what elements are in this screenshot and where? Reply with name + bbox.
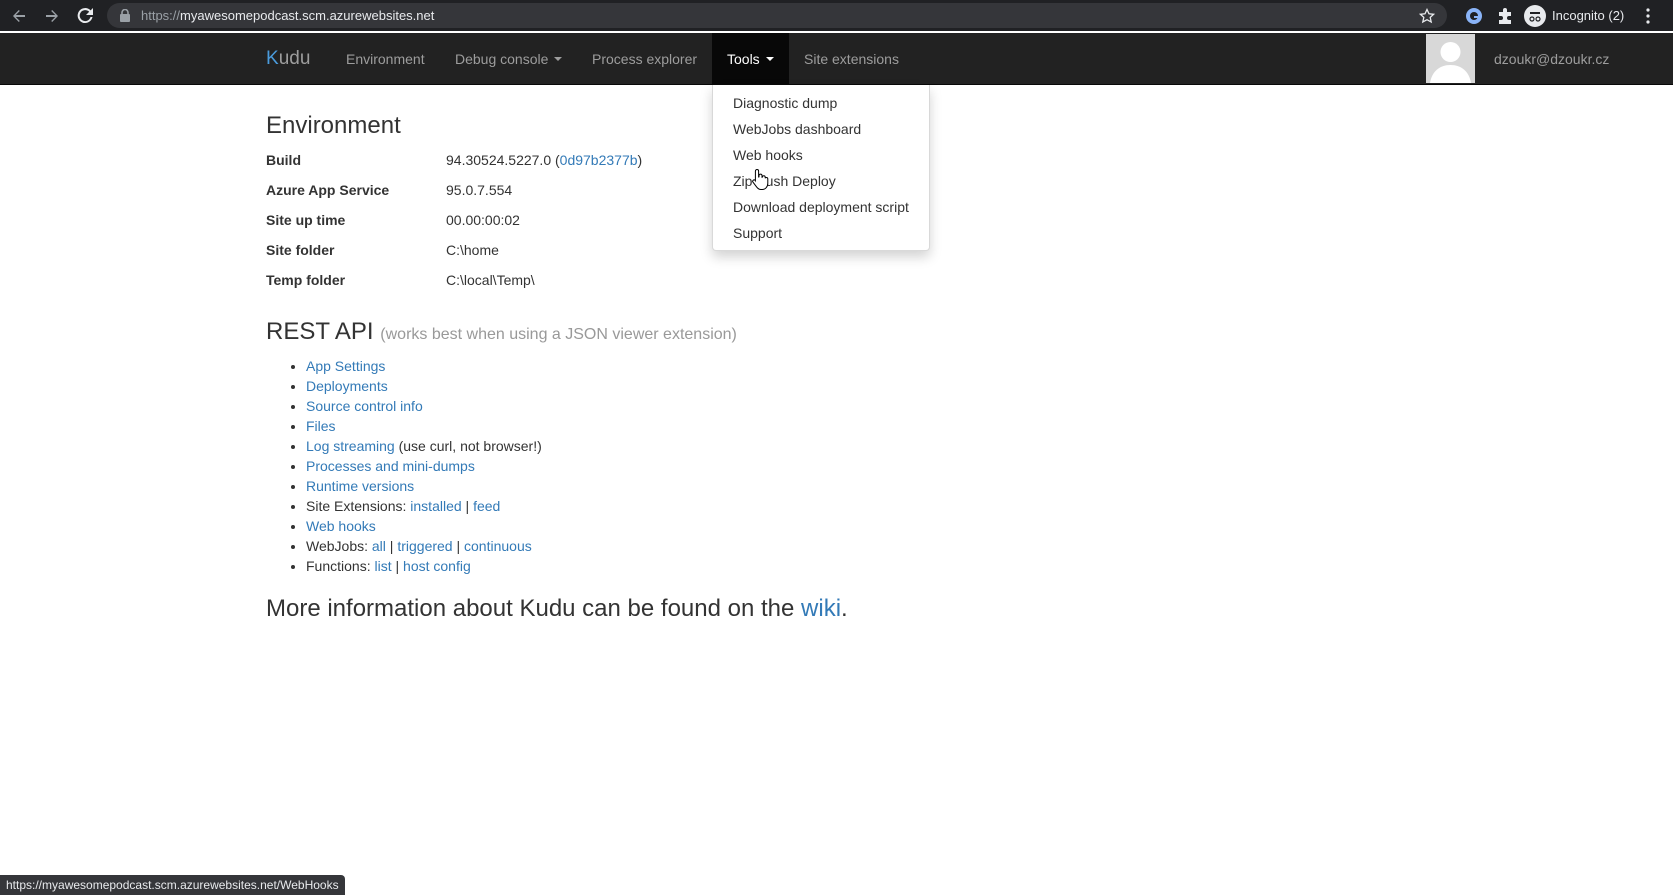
link-files[interactable]: Files [306,418,336,434]
nav-site-extensions[interactable]: Site extensions [804,33,899,85]
env-value: 00.00:00:02 [446,212,520,228]
nav-process-explorer[interactable]: Process explorer [592,33,697,85]
link-log-streaming[interactable]: Log streaming [306,438,395,454]
forward-icon[interactable] [41,5,62,26]
more-info-heading: More information about Kudu can be found… [266,595,848,622]
list-item: Functions: list | host config [306,556,542,576]
url-text[interactable]: https://myawesomepodcast.scm.azurewebsit… [141,8,434,23]
incognito-label: Incognito (2) [1552,8,1625,23]
link-webjobs-continuous[interactable]: continuous [464,538,532,554]
env-label: Temp folder [266,272,346,288]
kudu-brand-link[interactable]: Kudu [266,48,310,70]
list-item: Deployments [306,376,542,396]
address-bar[interactable]: https://myawesomepodcast.scm.azurewebsit… [107,3,1447,28]
back-icon[interactable] [8,5,29,26]
incognito-icon [1524,4,1546,27]
browser-menu-icon[interactable] [1640,7,1656,25]
bookmark-star-icon[interactable] [1419,8,1435,24]
link-webjobs-triggered[interactable]: triggered [397,538,452,554]
link-deployments[interactable]: Deployments [306,378,388,394]
extension-app-icon[interactable] [1465,7,1483,25]
list-item: Processes and mini-dumps [306,456,542,476]
env-label: Site up time [266,212,346,228]
menu-item-support[interactable]: Support [713,220,929,246]
nav-debug-console[interactable]: Debug console [455,33,563,85]
nav-environment[interactable]: Environment [346,33,425,85]
list-item: Site Extensions: installed | feed [306,496,542,516]
extensions-puzzle-icon[interactable] [1496,7,1514,25]
env-label: Build [266,152,301,168]
list-item: App Settings [306,356,542,376]
link-app-settings[interactable]: App Settings [306,358,385,374]
link-site-ext-installed[interactable]: installed [410,498,461,514]
kudu-navbar: Kudu Environment Debug console Process e… [0,33,1673,85]
list-item: WebJobs: all | triggered | continuous [306,536,542,556]
link-site-ext-feed[interactable]: feed [473,498,500,514]
link-runtime-versions[interactable]: Runtime versions [306,478,414,494]
link-web-hooks[interactable]: Web hooks [306,518,376,534]
list-item: Runtime versions [306,476,542,496]
browser-toolbar: https://myawesomepodcast.scm.azurewebsit… [0,0,1673,31]
environment-heading: Environment [266,112,401,139]
link-functions-host-config[interactable]: host config [403,558,471,574]
rest-api-heading: REST API (works best when using a JSON v… [266,318,737,345]
list-item: Log streaming (use curl, not browser!) [306,436,542,456]
link-source-control-info[interactable]: Source control info [306,398,423,414]
env-label: Site folder [266,242,335,258]
link-status-bubble: https://myawesomepodcast.scm.azurewebsit… [0,875,345,895]
link-processes[interactable]: Processes and mini-dumps [306,458,475,474]
rest-api-list: App Settings Deployments Source control … [306,356,542,576]
reload-icon[interactable] [74,5,95,26]
menu-item-download-deployment-script[interactable]: Download deployment script [713,194,929,220]
tools-dropdown-menu: Diagnostic dump WebJobs dashboard Web ho… [712,85,930,251]
menu-item-diagnostic-dump[interactable]: Diagnostic dump [713,90,929,116]
env-value: 95.0.7.554 [446,182,513,198]
list-item: Files [306,416,542,436]
list-item: Source control info [306,396,542,416]
caret-down-icon [765,57,774,61]
link-wiki[interactable]: wiki [801,595,841,622]
hand-cursor-icon [752,168,769,190]
incognito-indicator[interactable]: Incognito (2) [1524,4,1624,27]
env-label: Azure App Service [266,182,390,198]
user-email[interactable]: dzoukr@dzoukr.cz [1494,33,1609,85]
link-webjobs-all[interactable]: all [372,538,386,554]
nav-tools[interactable]: Tools [712,33,789,85]
lock-icon[interactable] [119,9,131,22]
rest-api-subtitle: (works best when using a JSON viewer ext… [380,326,737,343]
menu-item-zip-push-deploy[interactable]: Zip Push Deploy [713,168,929,194]
user-silhouette-icon [1430,42,1471,83]
link-functions-list[interactable]: list [374,558,391,574]
menu-item-webjobs-dashboard[interactable]: WebJobs dashboard [713,116,929,142]
env-value: C:\local\Temp\ [446,272,535,288]
env-value: C:\home [446,242,499,258]
user-avatar[interactable] [1426,34,1475,83]
log-streaming-note: (use curl, not browser!) [394,438,542,454]
caret-down-icon [554,57,563,61]
list-item: Web hooks [306,516,542,536]
menu-item-web-hooks[interactable]: Web hooks [713,142,929,168]
env-value: 94.30524.5227.0 (0d97b2377b) [446,152,643,168]
build-commit-link[interactable]: 0d97b2377b [560,152,638,168]
